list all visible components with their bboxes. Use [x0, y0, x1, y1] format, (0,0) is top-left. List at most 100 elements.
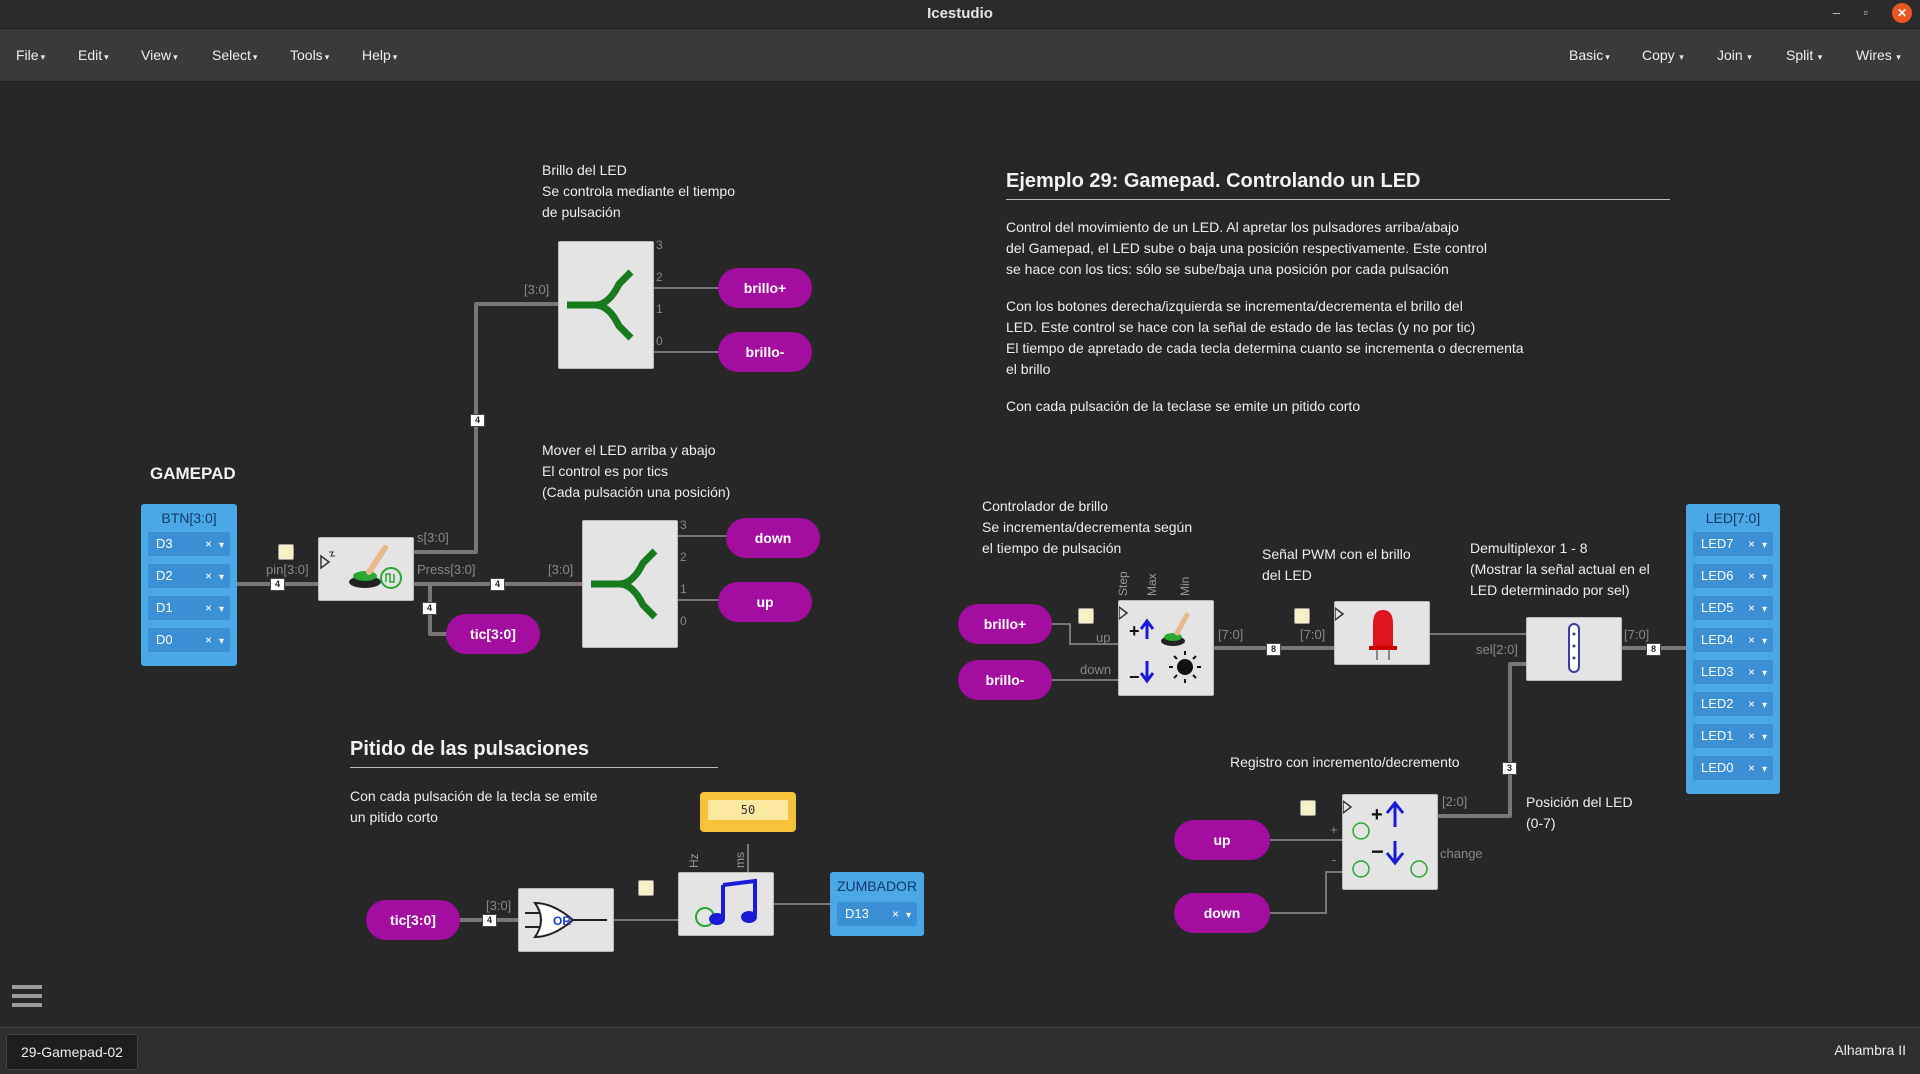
brightness-icon: + −: [1118, 605, 1201, 687]
pin-select-d3[interactable]: D3 × ▾: [148, 532, 230, 556]
heading-pitido: Pitido de las pulsaciones: [350, 738, 718, 768]
param-config-button[interactable]: [638, 880, 654, 896]
wire-label-or-in: [3:0]: [486, 898, 512, 913]
close-button[interactable]: ✕: [1892, 3, 1912, 23]
heading-ejemplo: Ejemplo 29: Gamepad. Controlando un LED: [1006, 170, 1670, 200]
menu-file[interactable]: File ▾: [16, 47, 45, 63]
split-icon: [591, 548, 658, 620]
note-registro: Registro con incremento/decremento: [1230, 754, 1460, 770]
split-block-move[interactable]: [582, 520, 678, 648]
constant-value[interactable]: 50: [708, 800, 788, 820]
bus-width-marker: 4: [470, 414, 485, 427]
button-block[interactable]: [318, 537, 414, 601]
wire-label-pwm-in: [7:0]: [1300, 627, 1326, 642]
bus-width-marker: 8: [1646, 643, 1661, 656]
menu-tools[interactable]: Tools ▾: [290, 47, 329, 63]
button-press-icon: [320, 545, 402, 589]
param-config-button[interactable]: [1300, 800, 1316, 816]
port-down-out[interactable]: down: [726, 518, 820, 558]
port-tic-in[interactable]: tic[3:0]: [366, 900, 460, 940]
pin-select-led1[interactable]: LED1 × ▾: [1693, 724, 1773, 748]
led-output-name: LED[7:0]: [1705, 510, 1761, 526]
pin-select-led0[interactable]: LED0 × ▾: [1693, 756, 1773, 780]
pin-select-d13[interactable]: D13 × ▾: [837, 902, 917, 926]
board-name[interactable]: Alhambra II: [1834, 1042, 1906, 1058]
updown-counter-icon: + −: [1342, 799, 1428, 878]
maximize-button[interactable]: ▫: [1863, 5, 1868, 20]
port-up-in[interactable]: up: [1174, 820, 1270, 860]
menu-basic[interactable]: Basic ▾: [1569, 47, 1610, 63]
pin-select-d2[interactable]: D2 × ▾: [148, 564, 230, 588]
pwm-block[interactable]: [1334, 601, 1430, 665]
param-config-button[interactable]: [1078, 608, 1094, 624]
brightness-controller-block[interactable]: + −: [1118, 600, 1214, 696]
port-up-out[interactable]: up: [718, 582, 812, 622]
svg-text:−: −: [1129, 667, 1140, 687]
port-tic-out[interactable]: tic[3:0]: [446, 614, 540, 654]
wire-label-sel: sel[2:0]: [1476, 642, 1518, 657]
buzzer-block[interactable]: [678, 872, 774, 936]
wire-label-split2-in: [3:0]: [548, 562, 574, 577]
gamepad-input-name: BTN[3:0]: [161, 510, 217, 526]
counter-register-block[interactable]: + −: [1342, 794, 1438, 890]
svg-text:−: −: [1371, 839, 1384, 864]
split1-pin-1: 1: [656, 302, 663, 316]
pin-select-led7[interactable]: LED7 × ▾: [1693, 532, 1773, 556]
menu-wires[interactable]: Wires ▾: [1856, 47, 1901, 63]
zumbador-output-block[interactable]: ZUMBADOR D13 × ▾: [830, 872, 924, 936]
note-pitido: Con cada pulsación de la tecla se emite …: [350, 788, 598, 825]
pin-select-led4[interactable]: LED4 × ▾: [1693, 628, 1773, 652]
menu-copy[interactable]: Copy ▾: [1642, 47, 1684, 63]
pin-select-led6[interactable]: LED6 × ▾: [1693, 564, 1773, 588]
port-brillo-plus-out[interactable]: brillo+: [718, 268, 812, 308]
minimize-button[interactable]: –: [1833, 5, 1840, 20]
note-posicion: Posición del LED (0-7): [1526, 794, 1633, 831]
note-ejemplo-p2: Con los botones derecha/izquierda se inc…: [1006, 298, 1524, 377]
constant-block[interactable]: 50: [700, 792, 796, 832]
or-gate-label: OR: [553, 914, 571, 928]
file-tab[interactable]: 29-Gamepad-02: [6, 1034, 138, 1070]
menu-split[interactable]: Split ▾: [1786, 47, 1822, 63]
wire-label-reg-out: [2:0]: [1442, 794, 1468, 809]
param-config-button[interactable]: [278, 544, 294, 560]
split1-pin-2: 2: [656, 270, 663, 284]
wire-label-split1-in: [3:0]: [524, 282, 550, 297]
wire-label-change: change: [1440, 846, 1483, 861]
hamburger-menu-icon[interactable]: [12, 985, 42, 1011]
menu-help[interactable]: Help ▾: [362, 47, 397, 63]
wire-label-down: down: [1080, 662, 1112, 677]
gamepad-input-block[interactable]: BTN[3:0] D3 × ▾ D2 × ▾ D1 × ▾ D0 × ▾: [141, 504, 237, 666]
param-label-step: Step: [1116, 571, 1130, 596]
menu-select[interactable]: Select ▾: [212, 47, 257, 63]
split2-pin-2: 2: [680, 550, 687, 564]
split-block-brillo[interactable]: [558, 241, 654, 369]
menu-edit[interactable]: Edit ▾: [78, 47, 109, 63]
or-gate-block[interactable]: OR: [518, 888, 614, 952]
menu-view[interactable]: View ▾: [141, 47, 178, 63]
pin-select-d1[interactable]: D1 × ▾: [148, 596, 230, 620]
bus-width-marker: 4: [490, 578, 505, 591]
split2-pin-3: 3: [680, 518, 687, 532]
note-ejemplo-p3: Con cada pulsación de la teclase se emit…: [1006, 398, 1361, 414]
pin-select-led3[interactable]: LED3 × ▾: [1693, 660, 1773, 684]
wire-label-ctrl-out: [7:0]: [1218, 627, 1244, 642]
led-output-block[interactable]: LED[7:0] LED7 × ▾ LED6 × ▾ LED5 × ▾ LED4 × ▾ LED…: [1686, 504, 1780, 794]
window-title: Icestudio: [927, 5, 993, 22]
wire-label-s: s[3:0]: [417, 530, 449, 545]
pin-select-led5[interactable]: LED5 × ▾: [1693, 596, 1773, 620]
design-canvas[interactable]: Brillo del LED Se controla mediante el t…: [0, 82, 1920, 1026]
port-brillo-plus-in[interactable]: brillo+: [958, 604, 1052, 644]
port-brillo-minus-out[interactable]: brillo-: [718, 332, 812, 372]
wire-label-plus: +: [1330, 822, 1338, 837]
bus-width-marker: 4: [482, 914, 497, 927]
port-down-in[interactable]: down: [1174, 893, 1270, 933]
menu-join[interactable]: Join ▾: [1717, 47, 1752, 63]
demux-block[interactable]: [1526, 617, 1622, 681]
note-ejemplo-p1: Control del movimiento de un LED. Al apr…: [1006, 219, 1487, 277]
pin-select-d0[interactable]: D0 × ▾: [148, 628, 230, 652]
bus-width-marker: 4: [422, 602, 437, 615]
wire-label-pin: pin[3:0]: [266, 562, 309, 577]
pin-select-led2[interactable]: LED2 × ▾: [1693, 692, 1773, 716]
port-brillo-minus-in[interactable]: brillo-: [958, 660, 1052, 700]
param-config-button[interactable]: [1294, 608, 1310, 624]
